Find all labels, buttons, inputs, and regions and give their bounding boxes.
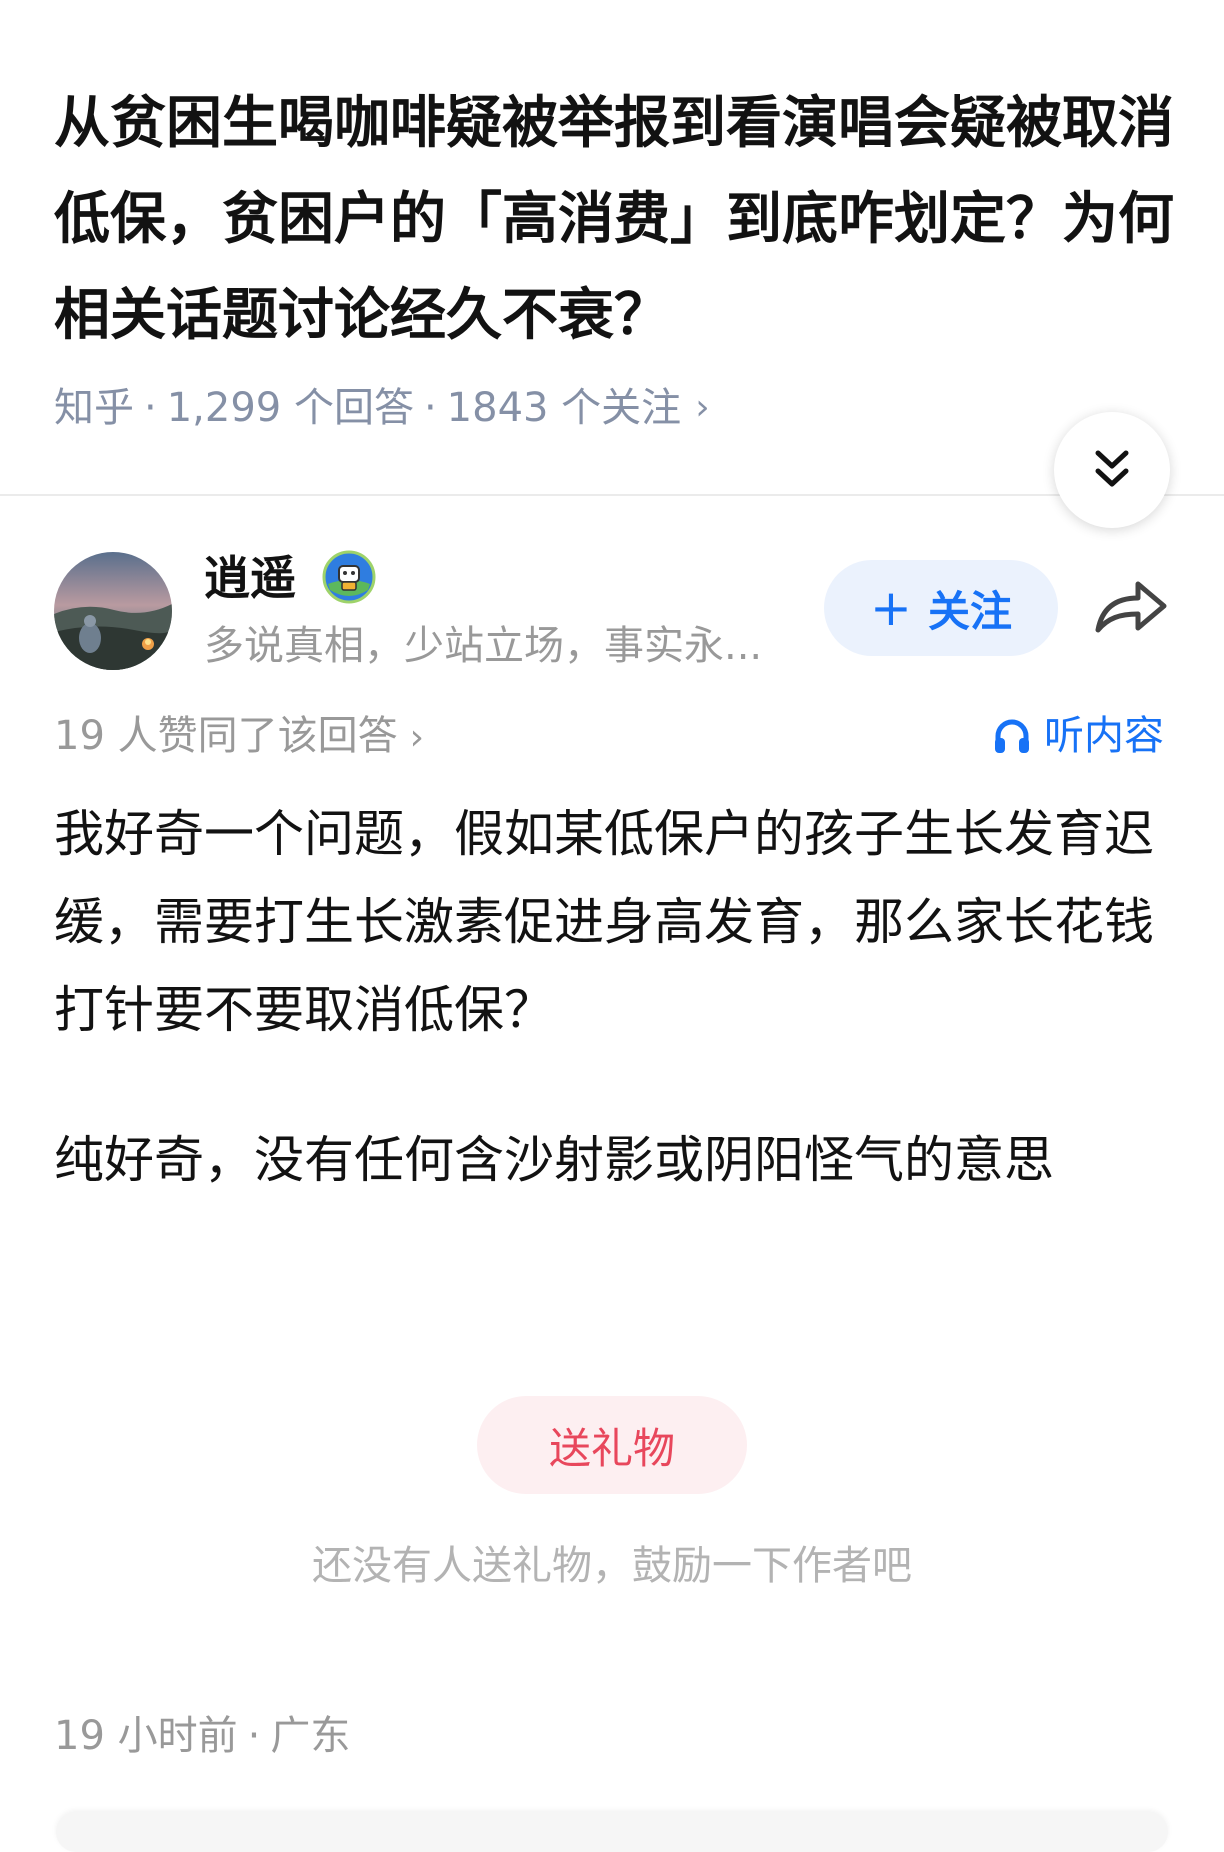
author-bio: 多说真相，少站立场，事实永... <box>204 623 763 669</box>
chevron-right-icon: › <box>409 717 425 758</box>
follow-label: 关注 <box>927 586 1012 636</box>
answer-paragraph: 我好奇一个问题，假如某低保户的孩子生长发育迟缓，需要打生长激素促进身高发育，那么… <box>54 805 1154 1039</box>
send-gift-button[interactable]: 送礼物 <box>477 1396 747 1494</box>
answer-count: 1,299 个回答 <box>166 385 414 431</box>
double-chevron-down-icon <box>1095 450 1129 487</box>
listen-label: 听内容 <box>1044 713 1164 759</box>
meta-separator: · <box>247 1713 261 1759</box>
gift-hint: 还没有人送礼物，鼓励一下作者吧 <box>312 1543 912 1589</box>
follower-count: 1843 个关注 <box>446 385 682 431</box>
chevron-right-icon: › <box>695 387 710 428</box>
question-title[interactable]: 从贫困生喝咖啡疑被举报到看演唱会疑被取消低保，贫困户的「高消费」到底咋划定？为何… <box>54 76 1174 364</box>
avatar-image <box>54 552 172 670</box>
listen-button[interactable]: 听内容 <box>992 706 1164 766</box>
follow-button[interactable]: + 关注 <box>824 560 1058 656</box>
answer-time: 19 小时前 · 广东 <box>54 1706 350 1766</box>
answer-paragraph: 纯好奇，没有任何含沙射影或阴阳怪气的意思 <box>54 1131 1054 1189</box>
cartoon-badge-icon <box>322 550 376 604</box>
location-label: 广东 <box>270 1713 351 1759</box>
source-label: 知乎 <box>54 385 134 431</box>
expand-button[interactable] <box>1054 412 1170 528</box>
question-header: 从贫困生喝咖啡疑被举报到看演唱会疑被取消低保，贫困户的「高消费」到底咋划定？为何… <box>0 0 1224 496</box>
meta-separator: · <box>423 385 437 431</box>
plus-icon: + <box>870 579 912 637</box>
bottom-action-bar <box>56 1812 1168 1852</box>
avatar[interactable] <box>54 552 172 670</box>
time-label: 19 小时前 <box>54 1713 238 1759</box>
answer-content: 我好奇一个问题，假如某低保户的孩子生长发育迟缓，需要打生长激素促进身高发育，那么… <box>54 790 1184 1204</box>
share-button[interactable] <box>1092 572 1170 642</box>
vote-summary[interactable]: 19 人赞同了该回答 › <box>54 706 424 768</box>
author-name[interactable]: 逍遥 <box>204 548 296 608</box>
headphones-icon <box>995 719 1029 753</box>
share-arrow-icon <box>1095 581 1167 633</box>
vote-summary-text: 19 人赞同了该回答 <box>54 713 398 759</box>
meta-separator: · <box>144 385 157 431</box>
question-meta[interactable]: 知乎 · 1,299 个回答 · 1843 个关注 › <box>54 378 710 438</box>
